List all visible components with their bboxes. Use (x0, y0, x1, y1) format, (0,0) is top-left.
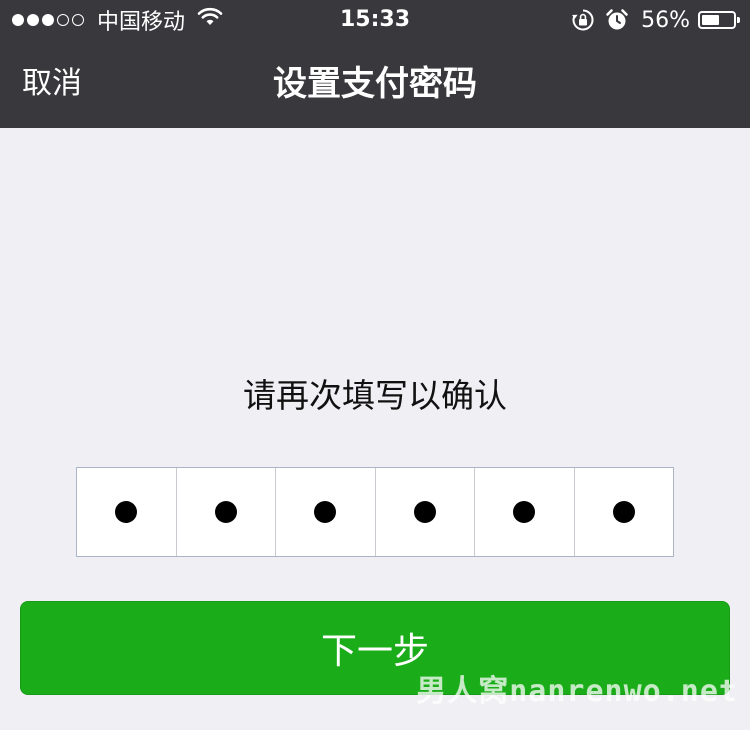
alarm-icon (605, 8, 629, 32)
pin-dot (513, 501, 536, 523)
battery-level (702, 15, 719, 25)
pin-cell (77, 468, 177, 556)
pin-cell (177, 468, 276, 556)
status-bar: 中国移动 15:33 56% (0, 0, 750, 40)
page-title: 设置支付密码 (273, 64, 477, 104)
status-right: 56% (561, 6, 740, 34)
orientation-lock-icon (571, 8, 595, 32)
pin-dot (314, 501, 337, 523)
pin-cell (276, 468, 376, 556)
pin-input[interactable] (76, 467, 674, 557)
header: 中国移动 15:33 56% 取消 设置支付密码 (0, 0, 750, 128)
pin-cell (475, 468, 575, 556)
battery-icon (698, 11, 740, 29)
pin-dot (115, 501, 138, 523)
pin-dot (413, 501, 436, 523)
confirm-prompt: 请再次填写以确认 (243, 376, 507, 415)
nav-bar: 取消 设置支付密码 (0, 40, 750, 128)
pin-cell (376, 468, 475, 556)
battery-percent: 56% (641, 7, 690, 33)
pin-dot (612, 501, 635, 523)
watermark: 男人窝nanrenwo.net (416, 674, 738, 709)
battery-tip (737, 17, 740, 23)
pin-dot (214, 501, 237, 523)
pin-cell (575, 468, 674, 556)
